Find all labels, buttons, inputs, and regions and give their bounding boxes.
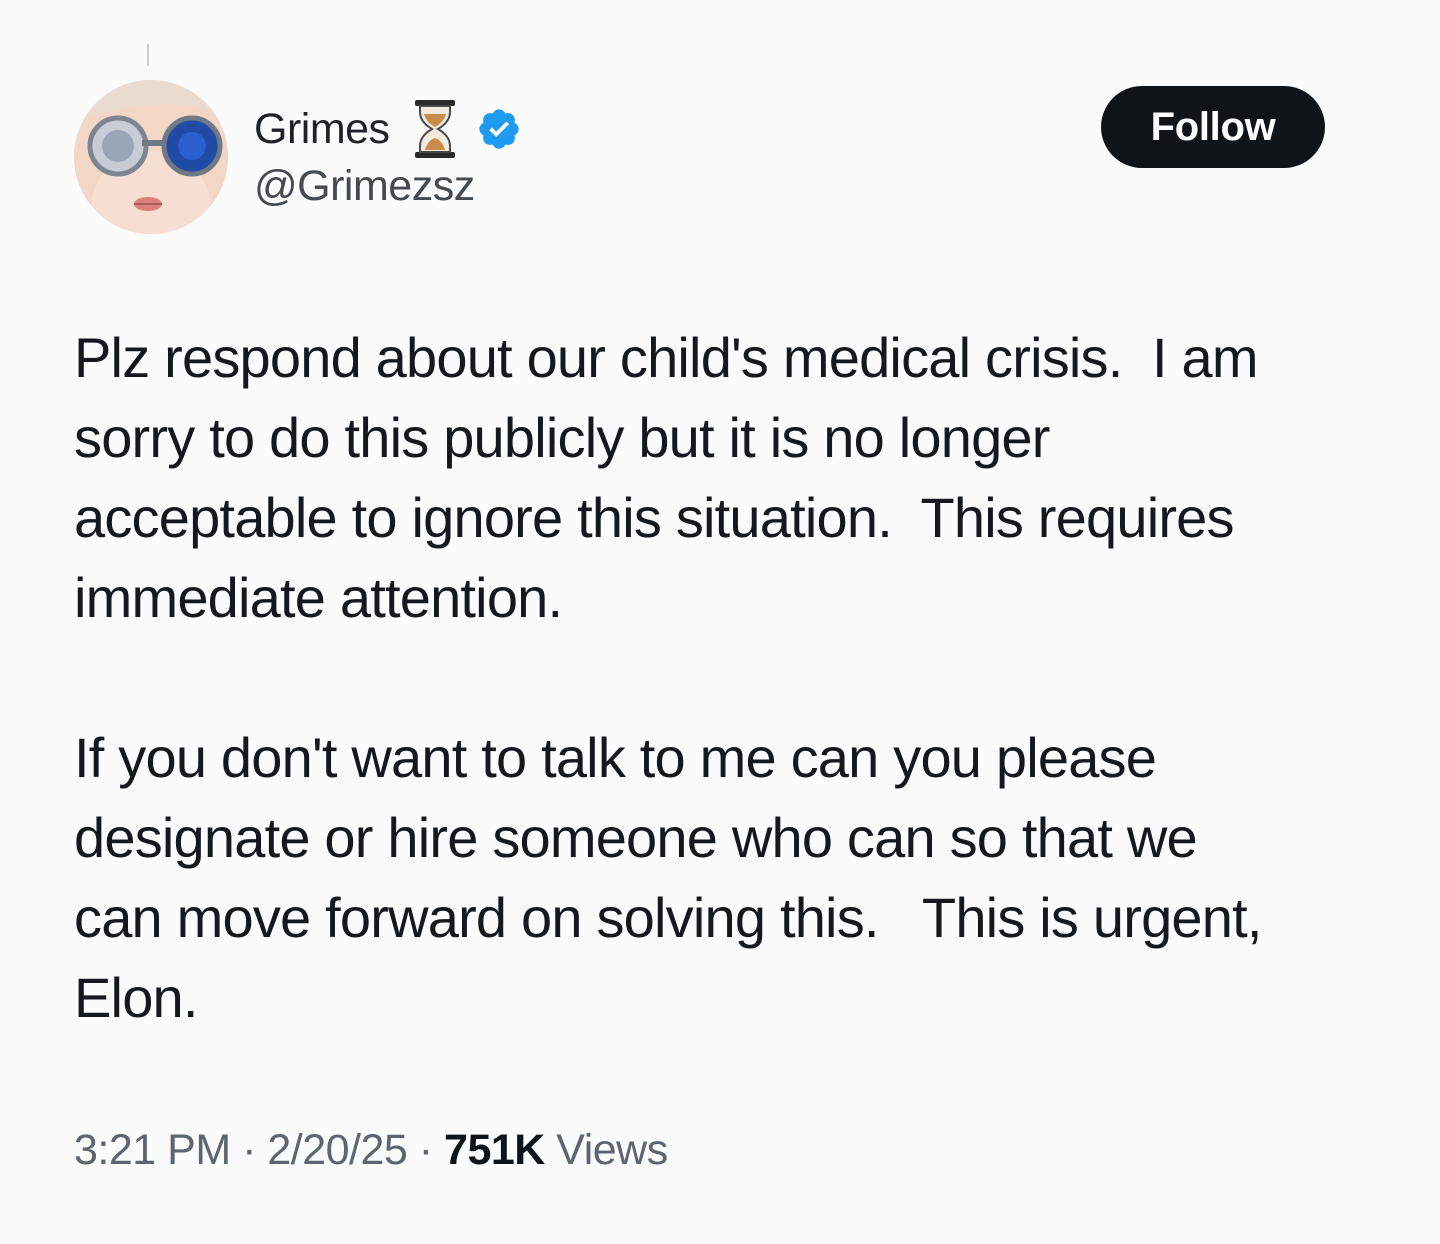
- author-handle[interactable]: @Grimezsz: [254, 162, 522, 211]
- hourglass-icon: [412, 98, 458, 160]
- meta-separator: ·: [407, 1126, 445, 1174]
- author-info: Grimes @Grimezsz: [254, 100, 522, 211]
- thread-connector-line: [147, 44, 149, 66]
- tweet-text-line: immediate attention.: [74, 566, 563, 629]
- tweet-paragraph-2: If you don't want to talk to me can you …: [74, 718, 1374, 1038]
- tweet-metadata: 3:21 PM · 2/20/25 · 751K Views: [74, 1126, 668, 1175]
- tweet-card: Grimes @Grimezsz Follow Plz respond abou…: [0, 0, 1440, 1244]
- tweet-time[interactable]: 3:21 PM: [74, 1126, 231, 1174]
- views-count: 751K: [444, 1126, 545, 1174]
- tweet-text-line: Elon.: [74, 966, 198, 1029]
- meta-separator: ·: [230, 1126, 268, 1174]
- tweet-text: Plz respond about our child's medical cr…: [74, 318, 1374, 1038]
- follow-button[interactable]: Follow: [1101, 86, 1325, 168]
- tweet-text-line: acceptable to ignore this situation. Thi…: [74, 486, 1235, 549]
- avatar[interactable]: [74, 80, 228, 234]
- tweet-text-line: designate or hire someone who can so tha…: [74, 806, 1198, 869]
- author-display-name[interactable]: Grimes: [254, 105, 390, 154]
- author-name-row: Grimes: [254, 100, 522, 158]
- views-label: Views: [544, 1126, 668, 1174]
- tweet-date[interactable]: 2/20/25: [267, 1126, 407, 1174]
- tweet-text-line: Plz respond about our child's medical cr…: [74, 326, 1259, 389]
- verified-badge-icon: [476, 106, 522, 152]
- tweet-paragraph-1: Plz respond about our child's medical cr…: [74, 318, 1374, 638]
- tweet-text-line: sorry to do this publicly but it is no l…: [74, 406, 1050, 469]
- tweet-text-line: If you don't want to talk to me can you …: [74, 726, 1157, 789]
- tweet-text-line: can move forward on solving this. This i…: [74, 886, 1262, 949]
- avatar-image: [74, 80, 228, 234]
